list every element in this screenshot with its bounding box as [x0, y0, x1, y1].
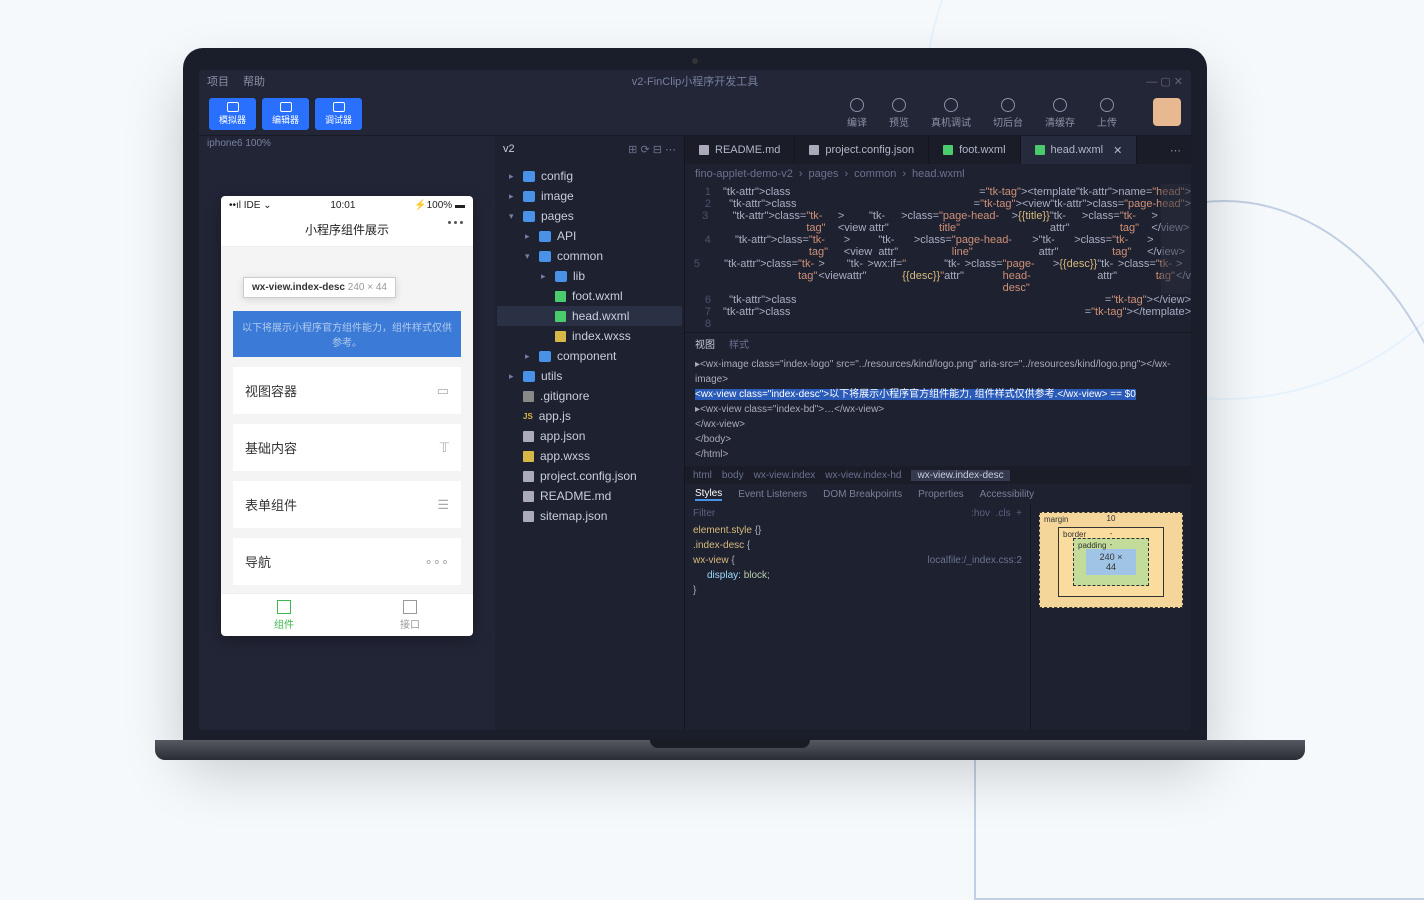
- subtab[interactable]: Properties: [918, 489, 964, 500]
- folder-item[interactable]: ▸utils: [497, 366, 682, 386]
- folder-item[interactable]: ▸config: [497, 166, 682, 186]
- action-upload[interactable]: 上传: [1097, 98, 1117, 129]
- tab-components[interactable]: 组件: [221, 594, 347, 637]
- subtab[interactable]: Event Listeners: [738, 489, 807, 500]
- editor-area: README.mdproject.config.jsonfoot.wxmlhea…: [685, 136, 1191, 730]
- tab-api[interactable]: 接口: [347, 594, 473, 637]
- inspected-element[interactable]: 以下将展示小程序官方组件能力，组件样式仅供参考。: [233, 311, 461, 357]
- file-item[interactable]: app.wxss: [497, 446, 682, 466]
- menu-project[interactable]: 项目: [207, 73, 229, 89]
- filter-input[interactable]: Filter: [693, 508, 715, 519]
- dom-crumb[interactable]: wx-view.index-hd: [825, 470, 901, 481]
- view-mode-tabs: 模拟器 编辑器 调试器: [209, 98, 362, 130]
- folder-item[interactable]: ▸component: [497, 346, 682, 366]
- file-item[interactable]: index.wxss: [497, 326, 682, 346]
- app-title: 小程序组件展示: [305, 223, 389, 237]
- toolbar: 模拟器 编辑器 调试器 编译 预览 真机调试 切后台 清缓存 上传: [199, 92, 1191, 136]
- project-root[interactable]: v2: [503, 143, 515, 155]
- phone-body: wx-view.index-desc 240 × 44 以下将展示小程序官方组件…: [221, 247, 473, 593]
- window-title: v2-FinClip小程序开发工具: [632, 73, 759, 89]
- dom-crumb[interactable]: wx-view.index-desc: [911, 470, 1009, 481]
- action-preview[interactable]: 预览: [889, 98, 909, 129]
- file-explorer: v2 ⊞ ⟳ ⊟ ⋯ ▸config▸image▾pages▸API▾commo…: [495, 136, 685, 730]
- editor-tab[interactable]: head.wxml✕: [1021, 136, 1138, 164]
- phone-status-bar: ••ıl IDE ⌄ 10:01 ⚡100% ▬: [221, 196, 473, 215]
- folder-item[interactable]: ▾common: [497, 246, 682, 266]
- editor-tab[interactable]: README.md: [685, 136, 795, 164]
- list-item[interactable]: 基础内容𝕋: [233, 424, 461, 471]
- file-item[interactable]: app.json: [497, 426, 682, 446]
- folder-item[interactable]: ▸image: [497, 186, 682, 206]
- mode-debugger[interactable]: 调试器: [315, 98, 362, 130]
- explorer-header: v2 ⊞ ⟳ ⊟ ⋯: [495, 136, 684, 162]
- list-item[interactable]: 表单组件☰: [233, 481, 461, 528]
- menu-icon[interactable]: [448, 221, 463, 224]
- dom-tree[interactable]: ▸<wx-image class="index-logo" src="../re…: [685, 353, 1191, 466]
- dom-crumb[interactable]: html: [693, 470, 712, 481]
- breadcrumb-item[interactable]: common: [854, 168, 896, 180]
- mode-editor[interactable]: 编辑器: [262, 98, 309, 130]
- list-item[interactable]: 导航∘∘∘: [233, 538, 461, 585]
- action-background[interactable]: 切后台: [993, 98, 1023, 129]
- file-item[interactable]: JSapp.js: [497, 406, 682, 426]
- explorer-actions[interactable]: ⊞ ⟳ ⊟ ⋯: [628, 143, 676, 156]
- minimap[interactable]: [1161, 184, 1191, 294]
- list-item[interactable]: 视图容器▭: [233, 367, 461, 414]
- breadcrumbs: fino-applet-demo-v2 pages common head.wx…: [685, 164, 1191, 184]
- laptop-base: [155, 740, 1305, 760]
- file-item[interactable]: head.wxml: [497, 306, 682, 326]
- menubar: 项目 帮助 v2-FinClip小程序开发工具 — ▢ ✕: [199, 70, 1191, 92]
- laptop-frame: 项目 帮助 v2-FinClip小程序开发工具 — ▢ ✕ 模拟器 编辑器 调试…: [155, 48, 1235, 760]
- styles-panel[interactable]: Filter :hov .cls + element.style {}.inde…: [685, 504, 1031, 730]
- tab-overflow[interactable]: ⋯: [1160, 136, 1191, 164]
- dom-crumb[interactable]: body: [722, 470, 744, 481]
- folder-item[interactable]: ▾pages: [497, 206, 682, 226]
- action-clear-cache[interactable]: 清缓存: [1045, 98, 1075, 129]
- phone-preview: ••ıl IDE ⌄ 10:01 ⚡100% ▬ 小程序组件展示 wx-view…: [221, 196, 473, 636]
- phone-titlebar: 小程序组件展示: [221, 215, 473, 247]
- editor-tab[interactable]: project.config.json: [795, 136, 929, 164]
- style-panel-tabs: Styles Event Listeners DOM Breakpoints Prop…: [685, 484, 1191, 504]
- mode-simulator[interactable]: 模拟器: [209, 98, 256, 130]
- sim-device-status: iphone6 100%: [199, 136, 495, 156]
- folder-item[interactable]: ▸lib: [497, 266, 682, 286]
- subtab[interactable]: Styles: [695, 488, 722, 501]
- breadcrumb-item[interactable]: pages: [809, 168, 839, 180]
- devtools: 视图 样式 ▸<wx-image class="index-logo" src=…: [685, 332, 1191, 730]
- file-tree: ▸config▸image▾pages▸API▾common▸libfoot.w…: [495, 162, 684, 530]
- subtab[interactable]: DOM Breakpoints: [823, 489, 902, 500]
- avatar[interactable]: [1153, 98, 1181, 126]
- inspect-tooltip: wx-view.index-desc 240 × 44: [243, 277, 396, 298]
- editor-tab[interactable]: foot.wxml: [929, 136, 1020, 164]
- breadcrumb-item[interactable]: fino-applet-demo-v2: [695, 168, 793, 180]
- simulator-panel: iphone6 100% ••ıl IDE ⌄ 10:01 ⚡100% ▬ 小程…: [199, 136, 495, 730]
- action-compile[interactable]: 编译: [847, 98, 867, 129]
- camera: [692, 58, 698, 64]
- window-controls[interactable]: — ▢ ✕: [1146, 75, 1183, 88]
- subtab[interactable]: Accessibility: [980, 489, 1034, 500]
- toolbar-actions: 编译 预览 真机调试 切后台 清缓存 上传: [847, 98, 1181, 129]
- file-item[interactable]: README.md: [497, 486, 682, 506]
- app-window: 项目 帮助 v2-FinClip小程序开发工具 — ▢ ✕ 模拟器 编辑器 调试…: [199, 70, 1191, 730]
- box-model: margin10 border- padding- 240 × 44: [1031, 504, 1191, 730]
- devtools-tabs: 视图 样式: [685, 333, 1191, 353]
- dom-breadcrumbs: html body wx-view.index wx-view.index-hd wx-…: [685, 466, 1191, 484]
- tab-elements[interactable]: 视图: [695, 336, 715, 351]
- menu-help[interactable]: 帮助: [243, 73, 265, 89]
- breadcrumb-item[interactable]: head.wxml: [912, 168, 965, 180]
- dom-crumb[interactable]: wx-view.index: [754, 470, 816, 481]
- file-item[interactable]: sitemap.json: [497, 506, 682, 526]
- phone-tabbar: 组件 接口: [221, 593, 473, 637]
- editor-tabbar: README.mdproject.config.jsonfoot.wxmlhea…: [685, 136, 1191, 164]
- tab-styles[interactable]: 样式: [729, 336, 749, 351]
- file-item[interactable]: foot.wxml: [497, 286, 682, 306]
- close-icon: ✕: [1113, 144, 1122, 157]
- folder-item[interactable]: ▸API: [497, 226, 682, 246]
- file-item[interactable]: .gitignore: [497, 386, 682, 406]
- code-editor[interactable]: 1"tk-attr">class="tk-tag"><template "tk-…: [685, 184, 1191, 332]
- file-item[interactable]: project.config.json: [497, 466, 682, 486]
- action-remote-debug[interactable]: 真机调试: [931, 98, 971, 129]
